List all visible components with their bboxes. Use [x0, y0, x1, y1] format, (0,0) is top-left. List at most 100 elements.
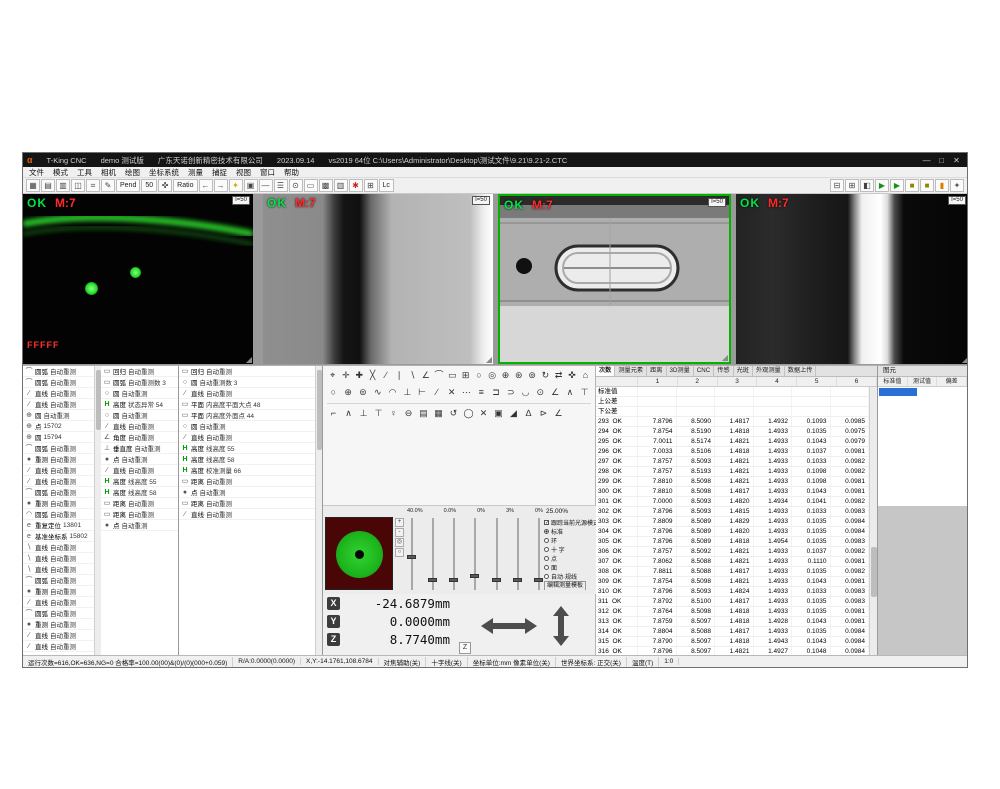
star-icon[interactable]: ✱: [349, 179, 363, 192]
grid2-icon[interactable]: ⊞: [364, 179, 378, 192]
tool-icon[interactable]: ∠: [420, 369, 431, 382]
measure-item[interactable]: ▭圆弧自动重测数 3: [101, 377, 178, 388]
measure-item[interactable]: H高度状态异常 54: [101, 399, 178, 410]
tool-icon[interactable]: ⊜: [357, 386, 370, 399]
radio-icon[interactable]: [544, 556, 549, 561]
save-icon[interactable]: ⊟: [830, 179, 844, 192]
tool-icon[interactable]: ⊛: [513, 369, 524, 382]
folder-icon[interactable]: ⊞: [845, 179, 859, 192]
tool-icon[interactable]: ∧: [564, 386, 577, 399]
light-option[interactable]: 标准: [544, 527, 596, 536]
measure-item[interactable]: ●点自动重测: [101, 454, 178, 465]
resize-handle-icon[interactable]: ◢: [962, 356, 968, 364]
tool-icon[interactable]: ⊤: [372, 407, 385, 420]
measure-item[interactable]: ∕直线自动重测: [101, 421, 178, 432]
measure-item[interactable]: ∕直线自动重测: [179, 509, 322, 520]
edit-template-button[interactable]: 编辑测量模板: [544, 581, 586, 590]
tool-icon[interactable]: ⊞: [460, 369, 471, 382]
tool-icon[interactable]: ⌒: [433, 369, 444, 382]
table-row[interactable]: 303 OK7.88098.50891.48291.49330.10350.09…: [596, 517, 869, 527]
table-row[interactable]: 309 OK7.87548.50981.48211.49330.10430.09…: [596, 577, 869, 587]
measure-item[interactable]: H高度线高度 58: [101, 487, 178, 498]
measure-item[interactable]: ∠角度自动重测: [101, 432, 178, 443]
table-row[interactable]: 295 OK7.00118.51741.48211.49330.10430.09…: [596, 437, 869, 447]
measure-item[interactable]: ⌒圆弧自动重测: [23, 608, 100, 619]
measure-item[interactable]: ∕直线自动重测: [179, 432, 322, 443]
measure-item[interactable]: ▭距离自动重测: [101, 509, 178, 520]
table-scrollbar[interactable]: [869, 387, 877, 657]
report-icon[interactable]: ▥: [56, 179, 70, 192]
measure-item[interactable]: ∕直线自动重测: [23, 630, 100, 641]
table-row[interactable]: 304 OK7.87968.50891.48201.49330.10350.09…: [596, 527, 869, 537]
tool-icon[interactable]: ⊙: [534, 386, 547, 399]
measure-item[interactable]: ∕直线自动重测: [179, 388, 322, 399]
light-option[interactable]: 自动·规线: [544, 572, 596, 581]
slider-thumb[interactable]: [492, 578, 501, 582]
menu-item-帮助[interactable]: 帮助: [284, 167, 299, 178]
step-button[interactable]: ■: [905, 179, 919, 192]
tool-icon[interactable]: ✕: [445, 386, 458, 399]
tool-icon[interactable]: ○: [327, 386, 340, 399]
light-ring-control[interactable]: [325, 517, 393, 590]
results-tab-9[interactable]: 数据上传: [785, 366, 817, 376]
light-slider[interactable]: [470, 518, 479, 590]
light-slider[interactable]: [449, 518, 458, 590]
tool-icon[interactable]: ↺: [447, 407, 460, 420]
measure-item[interactable]: ●重测自动重测: [23, 454, 100, 465]
measure-item[interactable]: ⊕圆15794: [23, 432, 100, 443]
results-tab-5[interactable]: CNC: [694, 366, 714, 376]
light-slider[interactable]: [428, 518, 437, 590]
measure-item[interactable]: ⌒圆弧自动重测: [23, 377, 100, 388]
table-row[interactable]: 306 OK7.87578.50921.48211.49330.10370.09…: [596, 547, 869, 557]
tool-icon[interactable]: ⊥: [357, 407, 370, 420]
tool-icon[interactable]: ⌂: [580, 369, 591, 382]
tool-icon[interactable]: ≡: [475, 386, 488, 399]
tool-icon[interactable]: ⊤: [578, 386, 591, 399]
measure-item[interactable]: ▭平面内高度外面点 44: [179, 410, 322, 421]
measure-item[interactable]: ○圆自动重测: [179, 421, 322, 432]
tool-icon[interactable]: ⊚: [526, 369, 537, 382]
measure-item[interactable]: ▭距离自动重测: [179, 476, 322, 487]
table-row[interactable]: 293 OK7.87968.50901.48171.49320.10930.09…: [596, 417, 869, 427]
measure-item[interactable]: ⌒圆弧自动重测: [23, 366, 100, 377]
slider-thumb[interactable]: [428, 578, 437, 582]
pattern-icon[interactable]: ▩: [319, 179, 333, 192]
measure-item[interactable]: ∕直线自动重测: [23, 476, 100, 487]
menu-item-测量[interactable]: 测量: [188, 167, 203, 178]
camera-view-3-selected[interactable]: OK M:7 I=50 ◢: [498, 194, 731, 364]
tool-icon[interactable]: ▭: [447, 369, 458, 382]
close-button[interactable]: ✕: [950, 155, 963, 166]
tool-icon[interactable]: ◎: [487, 369, 498, 382]
tool-icon[interactable]: ✜: [566, 369, 577, 382]
z-probe-button[interactable]: Z: [459, 642, 471, 654]
light-plus-button[interactable]: +: [395, 518, 404, 527]
measure-item[interactable]: ●重测自动重测: [23, 586, 100, 597]
table-row[interactable]: 296 OK7.00338.51061.48181.49330.10370.09…: [596, 447, 869, 457]
table-row[interactable]: 301 OK7.00008.50931.48201.49340.10410.09…: [596, 497, 869, 507]
tool-icon[interactable]: ∆: [522, 407, 535, 420]
table-row[interactable]: 302 OK7.87968.50931.48151.49330.10330.09…: [596, 507, 869, 517]
tool-icon[interactable]: ∠: [549, 386, 562, 399]
table-row[interactable]: 307 OK7.80628.50881.48211.49330.11100.09…: [596, 557, 869, 567]
tool-icon[interactable]: ↻: [540, 369, 551, 382]
results-tab-6[interactable]: 传感: [714, 366, 733, 376]
menu-item-绘图[interactable]: 绘图: [125, 167, 140, 178]
measure-item[interactable]: ○圆自动重测: [101, 388, 178, 399]
results-tab-3[interactable]: 距离: [647, 366, 666, 376]
table-row[interactable]: 300 OK7.88108.50981.48171.49330.10430.09…: [596, 487, 869, 497]
jog-horizontal-arrows-icon[interactable]: [481, 616, 537, 641]
light-slider[interactable]: [407, 518, 416, 590]
table-row[interactable]: 标准值: [596, 387, 869, 397]
measure-item[interactable]: H高度线高度 55: [101, 476, 178, 487]
tool-icon[interactable]: ◯: [462, 407, 475, 420]
arrow-right-icon[interactable]: →: [214, 179, 228, 192]
menu-item-窗口[interactable]: 窗口: [260, 167, 275, 178]
table-row[interactable]: 下公差: [596, 407, 869, 417]
measure-item[interactable]: ▭回归自动重测: [179, 366, 322, 377]
measure-item[interactable]: H高度线高度 55: [179, 443, 322, 454]
tool-icon[interactable]: ∿: [371, 386, 384, 399]
layout-icon[interactable]: ◫: [71, 179, 85, 192]
tool-icon[interactable]: ▦: [432, 407, 445, 420]
measure-item[interactable]: ●点自动重测: [179, 487, 322, 498]
measure-item[interactable]: ○圆自动重测: [101, 410, 178, 421]
